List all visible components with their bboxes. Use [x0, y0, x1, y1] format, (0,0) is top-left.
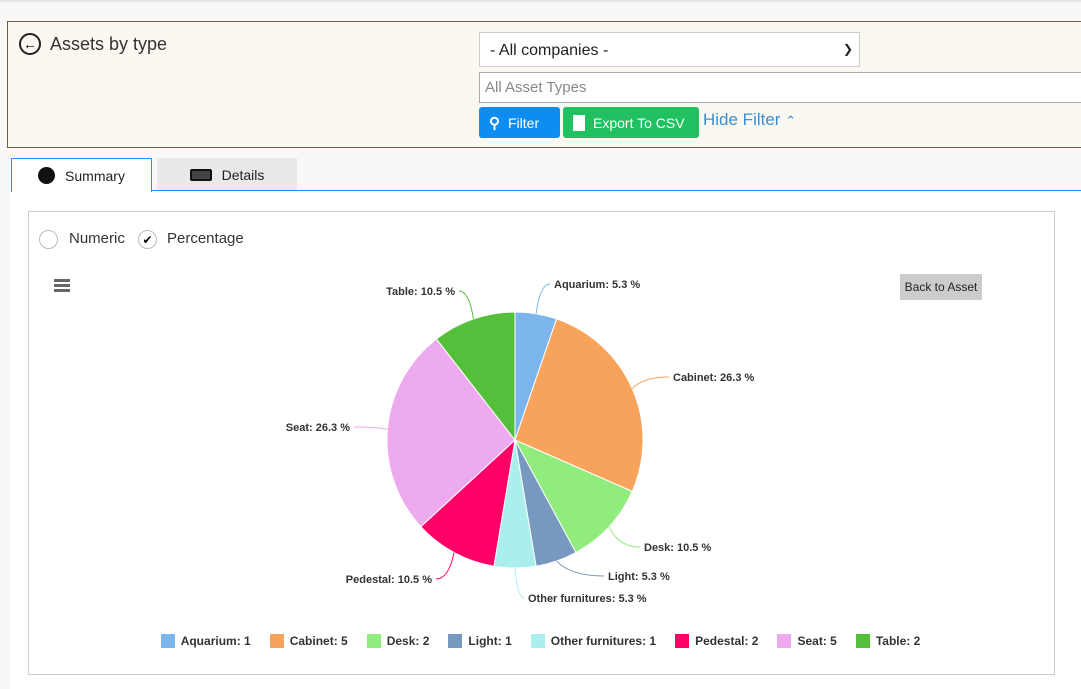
connector-line: [514, 567, 525, 599]
legend-label: Cabinet: 5: [289, 634, 348, 648]
legend-swatch: [366, 634, 381, 648]
legend-item[interactable]: Cabinet: 5: [269, 634, 348, 648]
connector-line: [556, 560, 605, 577]
legend-swatch: [269, 634, 284, 648]
data-label: Pedestal: 10.5 %: [346, 574, 432, 586]
connector-line: [435, 552, 455, 580]
pie-chart: Aquarium: 5.3 % Cabinet: 26.3 % Desk: 10.5…: [286, 279, 755, 605]
legend-label: Table: 2: [875, 634, 921, 648]
data-label: Desk: 10.5 %: [644, 542, 711, 554]
legend-swatch: [530, 634, 545, 648]
tab-summary-label: Summary: [65, 167, 125, 184]
legend-item[interactable]: Light: 1: [448, 634, 512, 648]
legend-label: Light: 1: [468, 634, 512, 648]
legend-item[interactable]: Other furnitures: 1: [530, 634, 657, 648]
connector-line: [353, 426, 388, 430]
legend-swatch: [448, 634, 463, 648]
data-label: Table: 10.5 %: [386, 286, 455, 298]
pie-chart-icon: [38, 167, 56, 184]
connector-line: [535, 283, 551, 314]
connector-line: [608, 526, 641, 548]
legend-swatch: [675, 634, 690, 648]
tab-summary[interactable]: Summary: [11, 158, 152, 192]
legend-item[interactable]: Desk: 2: [366, 634, 430, 648]
legend-swatch: [855, 634, 870, 648]
legend-swatch: [777, 634, 792, 648]
legend-swatch: [160, 634, 175, 648]
data-label: Cabinet: 26.3 %: [673, 372, 755, 384]
legend-item[interactable]: Pedestal: 2: [675, 634, 758, 648]
legend-item[interactable]: Table: 2: [855, 634, 921, 648]
legend-label: Aquarium: 1: [180, 634, 251, 648]
data-label: Aquarium: 5.3 %: [554, 279, 640, 291]
legend-label: Pedestal: 2: [695, 634, 759, 648]
data-label: Light: 5.3 %: [608, 571, 670, 583]
legend-item[interactable]: Seat: 5: [777, 634, 837, 648]
legend-label: Seat: 5: [797, 634, 837, 648]
data-label: Other furnitures: 5.3 %: [528, 593, 647, 605]
legend-item[interactable]: Aquarium: 1: [160, 634, 251, 648]
connector-line: [631, 376, 670, 389]
chart-legend: Aquarium: 1 Cabinet: 5 Desk: 2 Light: 1 Othe…: [0, 634, 1081, 648]
data-label: Seat: 26.3 %: [286, 422, 350, 434]
connector-line: [458, 290, 474, 320]
legend-label: Desk: 2: [386, 634, 430, 648]
legend-label: Other furnitures: 1: [550, 634, 657, 648]
